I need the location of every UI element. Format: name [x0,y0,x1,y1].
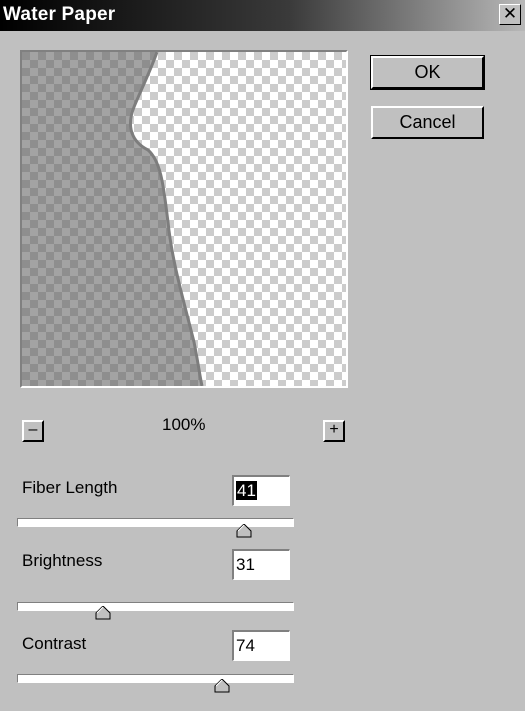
title-bar: Water Paper ✕ [0,0,525,31]
fiber-length-input[interactable]: 41 [232,475,290,506]
close-button[interactable]: ✕ [499,4,521,25]
fiber-length-label: Fiber Length [22,478,118,497]
brightness-label: Brightness [22,551,103,570]
brightness-slider-thumb[interactable] [95,606,111,620]
contrast-label: Contrast [22,634,87,653]
brightness-slider-track[interactable] [17,602,294,611]
brightness-input[interactable]: 31 [232,549,290,580]
brightness-value: 31 [236,555,255,574]
preview-pane[interactable] [20,50,348,388]
fiber-length-slider-thumb[interactable] [236,524,252,538]
close-icon: ✕ [502,4,518,23]
ok-button[interactable]: OK [370,55,485,90]
contrast-input[interactable]: 74 [232,630,290,661]
window-title: Water Paper [3,4,116,25]
contrast-slider-thumb[interactable] [214,679,230,693]
zoom-in-button[interactable]: + [323,420,345,442]
fiber-length-slider-track[interactable] [17,518,294,527]
zoom-level: 100% [162,415,206,434]
contrast-slider-track[interactable] [17,674,294,683]
contrast-value: 74 [236,636,255,655]
preview-image [22,52,204,386]
zoom-out-button[interactable]: – [22,420,44,442]
fiber-length-value: 41 [236,481,257,500]
cancel-button[interactable]: Cancel [371,106,484,139]
